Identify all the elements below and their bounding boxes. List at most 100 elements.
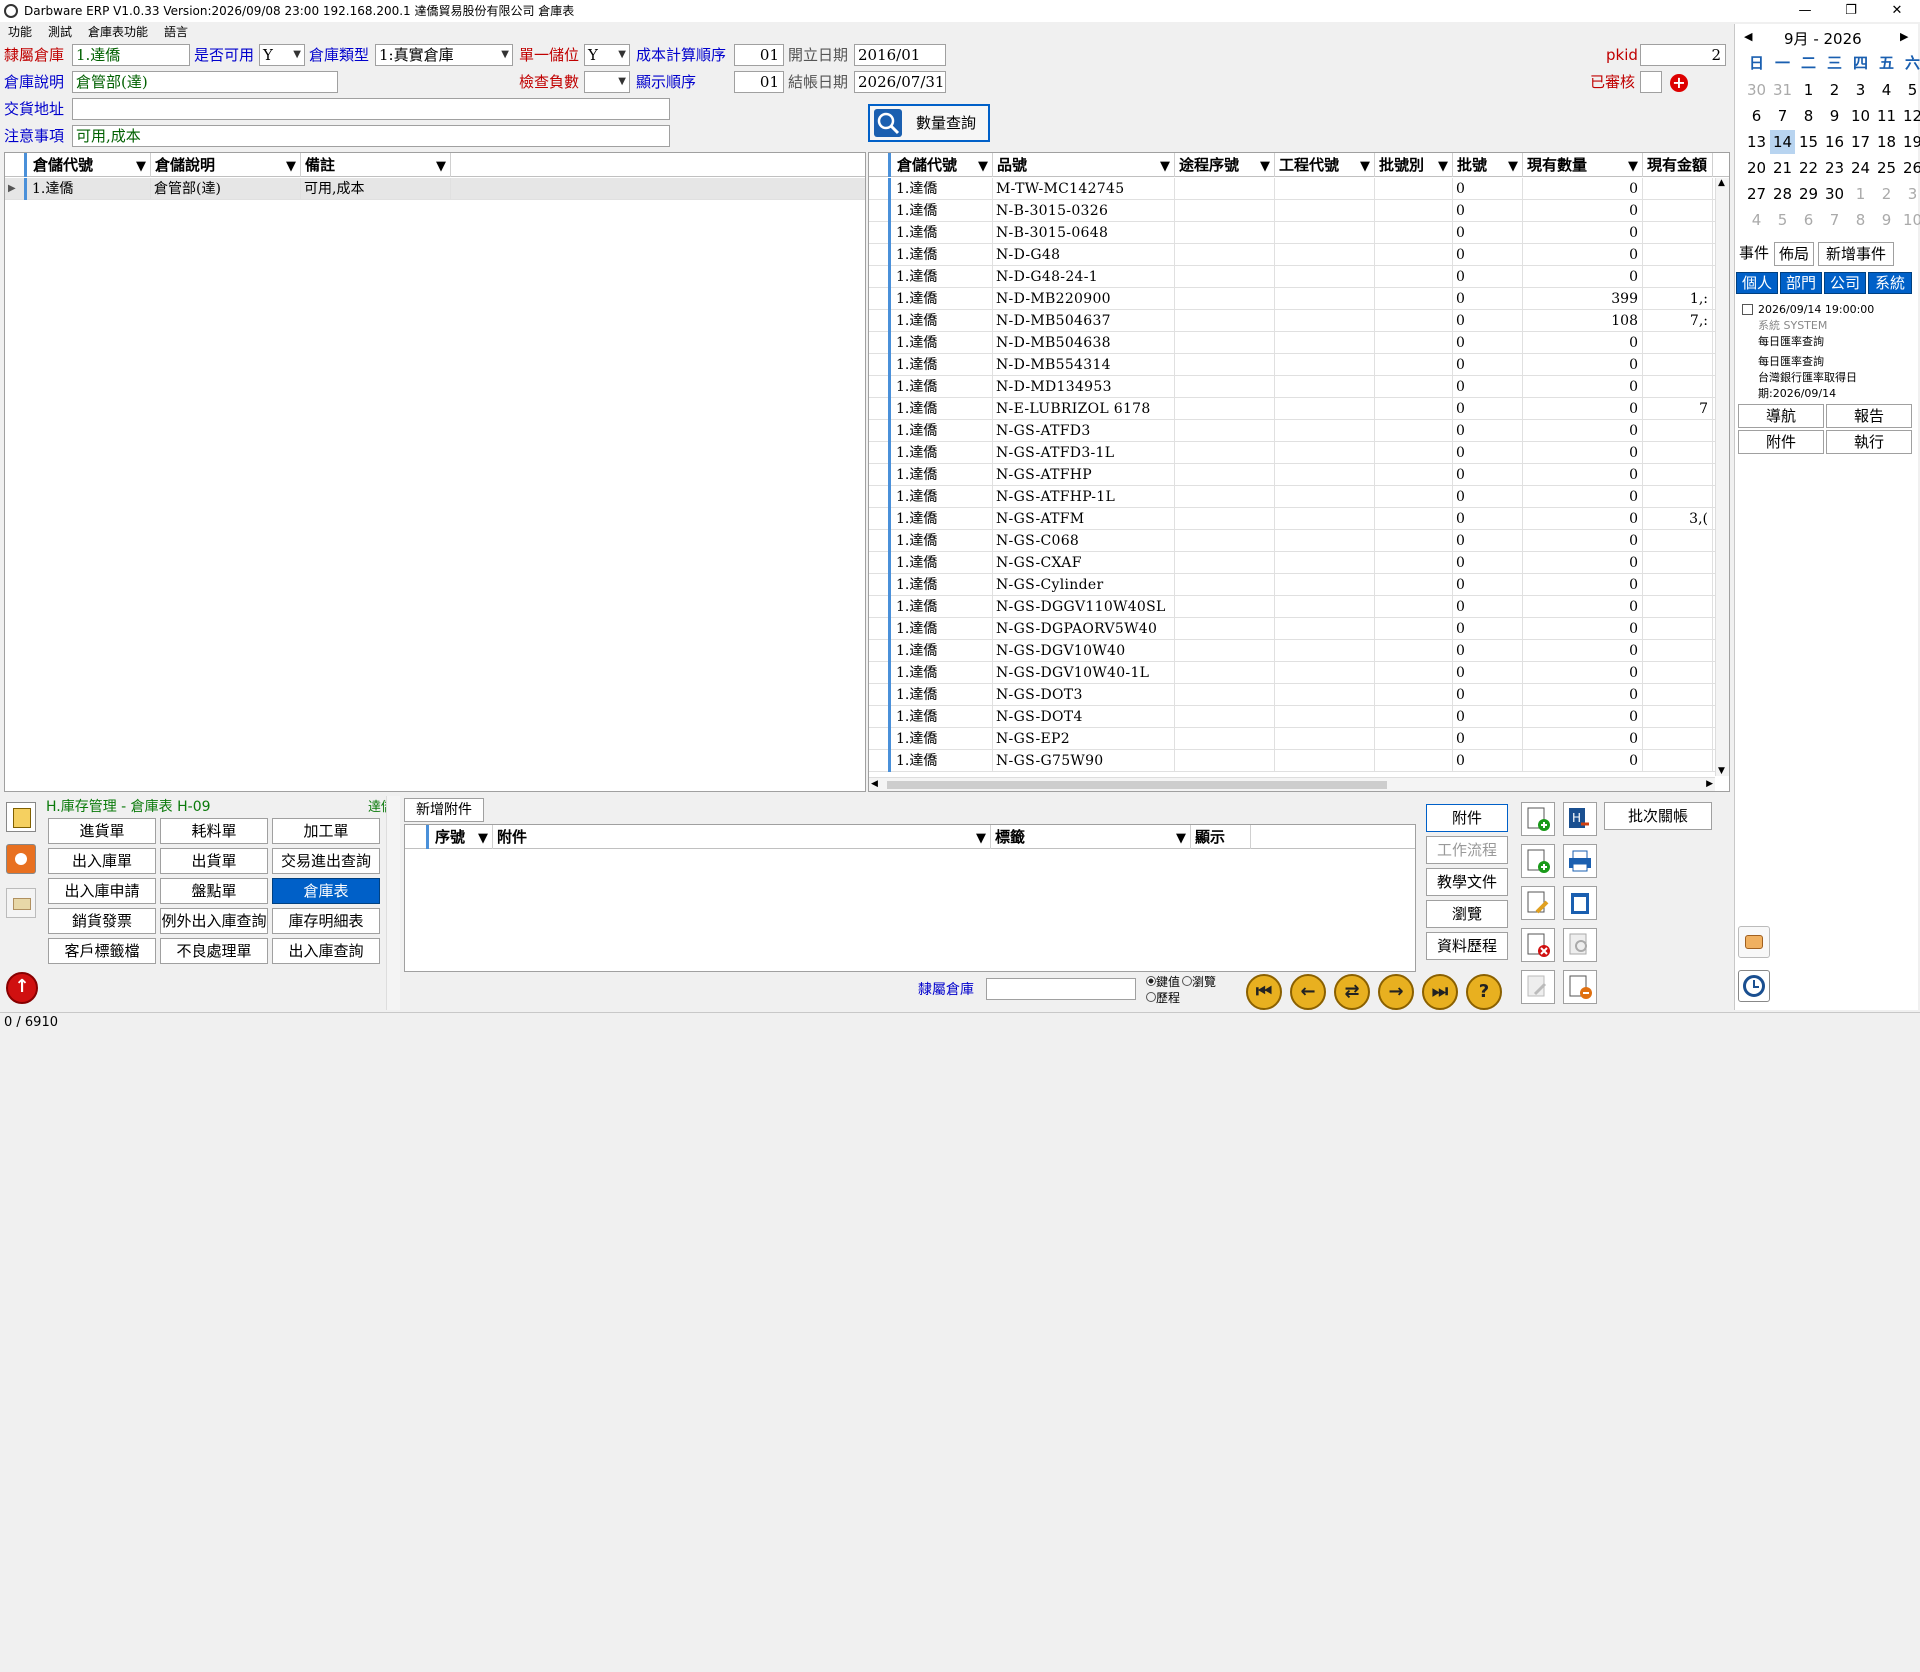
cell[interactable]	[1375, 596, 1453, 618]
cell[interactable]: N-E-LUBRIZOL 6178	[993, 398, 1175, 420]
cell[interactable]	[1275, 574, 1375, 596]
cell[interactable]	[1375, 618, 1453, 640]
row-indicator[interactable]	[869, 684, 891, 706]
warehouse-field[interactable]: 1.達僑	[72, 44, 190, 66]
cell[interactable]	[1175, 728, 1275, 750]
cell[interactable]	[1275, 266, 1375, 288]
calendar-day[interactable]: 18	[1874, 130, 1899, 154]
cell[interactable]	[1643, 200, 1713, 222]
row-indicator[interactable]	[869, 530, 891, 552]
cell[interactable]: 1.達僑	[893, 530, 993, 552]
audited-checkbox[interactable]	[1640, 71, 1662, 93]
cost-order-field[interactable]: 01	[734, 44, 784, 66]
row-indicator[interactable]	[869, 200, 891, 222]
calendar-day[interactable]: 7	[1770, 104, 1795, 128]
cell[interactable]	[1643, 640, 1713, 662]
side-button[interactable]: 瀏覽	[1426, 900, 1508, 928]
execute-button[interactable]: 執行	[1826, 430, 1912, 454]
cell[interactable]: 0	[1523, 574, 1643, 596]
scope-company[interactable]: 公司	[1824, 272, 1866, 294]
calendar-day[interactable]: 26	[1900, 156, 1920, 180]
filter-icon[interactable]: ▼	[286, 155, 296, 177]
table-row[interactable]: 1.達僑 N-E-LUBRIZOL 6178 0 0 7	[869, 398, 1715, 420]
cell[interactable]: 0	[1523, 178, 1643, 200]
cell[interactable]	[1275, 486, 1375, 508]
cell[interactable]	[1375, 750, 1453, 772]
clipboard-icon[interactable]	[1563, 886, 1597, 920]
cell[interactable]: N-GS-DGV10W40-1L	[993, 662, 1175, 684]
cell[interactable]: N-GS-Cylinder	[993, 574, 1175, 596]
vertical-scrollbar[interactable]: ▲ ▼	[1715, 178, 1729, 776]
module-button[interactable]: 出入庫申請	[48, 878, 156, 904]
col-header[interactable]: 序號 ▼	[431, 825, 493, 849]
calendar-day[interactable]: 9	[1874, 208, 1899, 232]
note-field[interactable]: 可用,成本	[72, 125, 670, 147]
cell[interactable]	[1643, 662, 1713, 684]
row-indicator[interactable]	[869, 464, 891, 486]
cell[interactable]	[1375, 552, 1453, 574]
warehouse-grid[interactable]: 倉儲代號 ▼ 倉儲說明 ▼ 備註 ▼ ▶ 1.達僑 倉管部(達) 可用,成本	[4, 152, 866, 792]
neg-select[interactable]: ▼	[584, 71, 630, 93]
export-icon[interactable]	[1563, 970, 1597, 1004]
cell[interactable]: 0	[1523, 750, 1643, 772]
module-button[interactable]: 庫存明細表	[272, 908, 380, 934]
cell[interactable]: 0	[1523, 222, 1643, 244]
cell[interactable]	[1275, 288, 1375, 310]
disp-order-field[interactable]: 01	[734, 71, 784, 93]
tab-layout[interactable]: 佈局	[1774, 242, 1814, 266]
help-doc-icon[interactable]: H	[1563, 802, 1597, 836]
cell[interactable]	[1275, 200, 1375, 222]
cell[interactable]	[1275, 354, 1375, 376]
menu-warehouse-functions[interactable]: 倉庫表功能	[88, 25, 148, 39]
row-indicator[interactable]	[869, 750, 891, 772]
cell[interactable]	[1375, 288, 1453, 310]
clock-icon[interactable]	[1738, 970, 1770, 1002]
table-row[interactable]: ▶ 1.達僑 倉管部(達) 可用,成本	[5, 178, 865, 200]
filter-icon[interactable]: ▼	[1508, 155, 1518, 177]
calendar-day[interactable]: 23	[1822, 156, 1847, 180]
filter-icon[interactable]: ▼	[1176, 827, 1186, 849]
cell[interactable]: 1.達僑	[893, 684, 993, 706]
print-icon[interactable]	[1563, 844, 1597, 878]
table-row[interactable]: 1.達僑 M-TW-MC142745 0 0	[869, 178, 1715, 200]
calendar-day[interactable]: 12	[1900, 104, 1920, 128]
table-row[interactable]: 1.達僑 N-GS-ATFM 0 0 3,(	[869, 508, 1715, 530]
cell[interactable]	[1275, 464, 1375, 486]
cell[interactable]: N-GS-ATFD3	[993, 420, 1175, 442]
delete-record-icon[interactable]	[1521, 928, 1555, 962]
cell[interactable]: 0	[1453, 728, 1523, 750]
cell[interactable]	[1643, 420, 1713, 442]
calendar-day[interactable]: 5	[1770, 208, 1795, 232]
calendar-day[interactable]: 29	[1796, 182, 1821, 206]
module-button[interactable]: 例外出入庫查詢	[160, 908, 268, 934]
calendar-day[interactable]: 9	[1822, 104, 1847, 128]
table-row[interactable]: 1.達僑 N-GS-DGV10W40 0 0	[869, 640, 1715, 662]
col-header[interactable]: 附件 ▼	[493, 825, 991, 849]
calendar-day[interactable]: 11	[1874, 104, 1899, 128]
calendar-day[interactable]: 3	[1900, 182, 1920, 206]
module-button[interactable]: 出入庫單	[48, 848, 156, 874]
cell[interactable]: 1.達僑	[893, 332, 993, 354]
last-record-icon[interactable]: ⏭	[1422, 974, 1458, 1010]
row-indicator[interactable]	[869, 222, 891, 244]
cell[interactable]: 0	[1453, 750, 1523, 772]
side-button[interactable]: 教學文件	[1426, 868, 1508, 896]
cell[interactable]: 1.達僑	[893, 222, 993, 244]
cell[interactable]	[1175, 332, 1275, 354]
open-date-field[interactable]: 2016/01	[854, 44, 946, 66]
robot-icon[interactable]	[1738, 926, 1770, 958]
row-indicator[interactable]	[869, 376, 891, 398]
cell[interactable]: 1.達僑	[893, 354, 993, 376]
calendar-day[interactable]: 10	[1848, 104, 1873, 128]
cell[interactable]	[1175, 574, 1275, 596]
cell[interactable]: 1.達僑	[893, 574, 993, 596]
module-button[interactable]: 銷貨發票	[48, 908, 156, 934]
row-indicator[interactable]	[869, 266, 891, 288]
cell[interactable]	[1175, 178, 1275, 200]
cell[interactable]	[1175, 508, 1275, 530]
scope-system[interactable]: 系統	[1868, 272, 1912, 294]
calendar-day[interactable]: 15	[1796, 130, 1821, 154]
calendar-day[interactable]: 14	[1770, 130, 1795, 154]
row-indicator[interactable]	[869, 398, 891, 420]
cell[interactable]: 1.達僑	[893, 420, 993, 442]
